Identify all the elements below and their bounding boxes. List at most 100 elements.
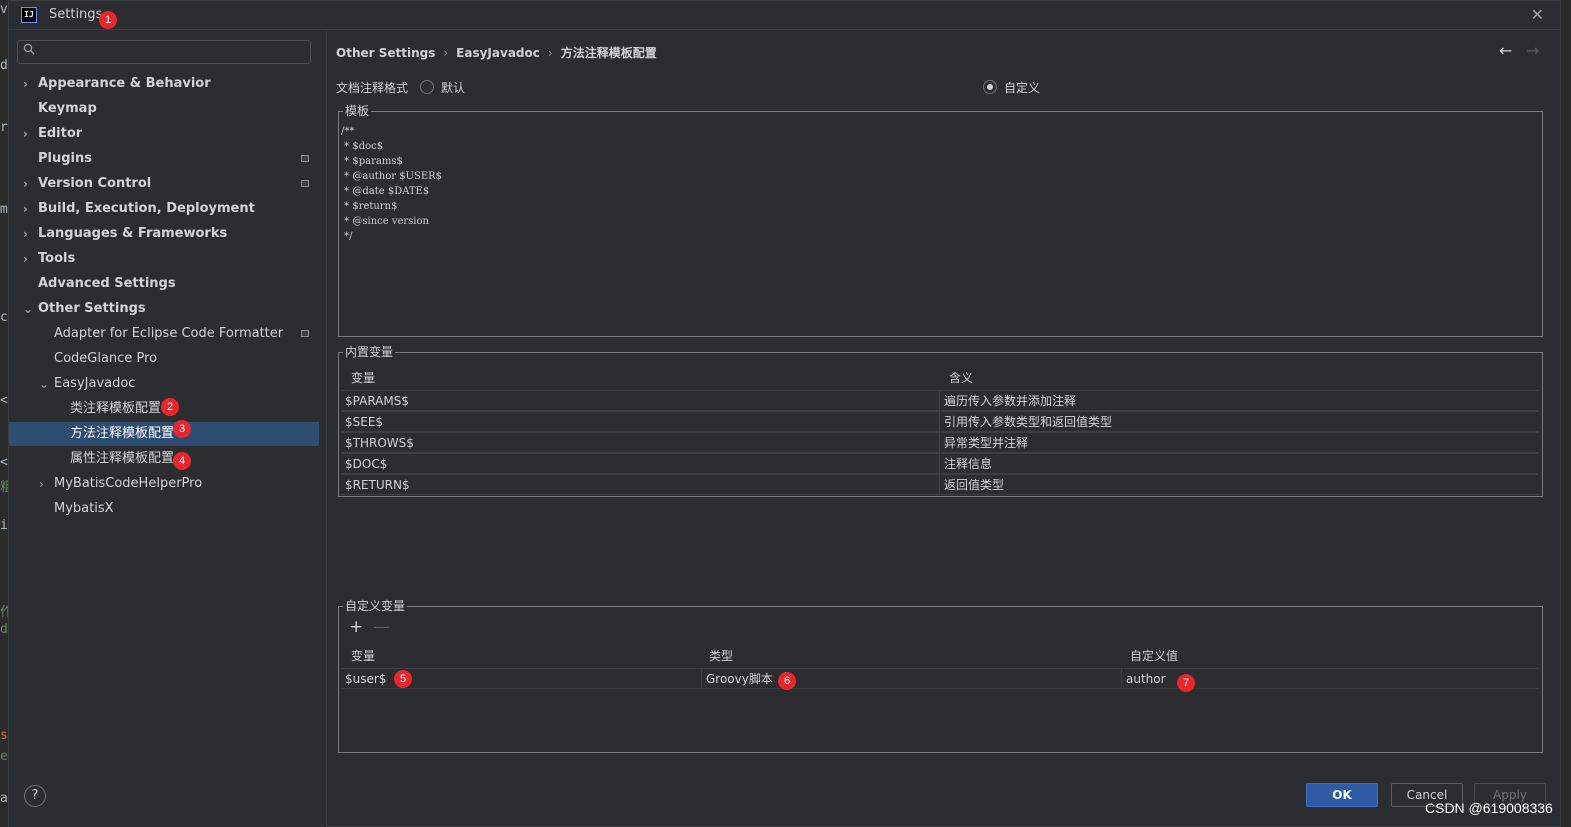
sidebar-item-plugins[interactable]: Plugins <box>9 147 319 171</box>
bg-char: r <box>0 120 8 135</box>
cell-type: Groovy脚本 <box>701 669 1121 689</box>
sidebar-item-label: 属性注释模板配置 <box>70 451 175 466</box>
chevron-right-icon: › <box>23 127 28 141</box>
radio-default[interactable] <box>420 80 434 94</box>
sidebar-item-easyjavadoc[interactable]: ⌄ EasyJavadoc <box>9 372 319 396</box>
column-header-type[interactable]: 类型 <box>709 647 733 664</box>
search-input[interactable] <box>42 43 304 61</box>
cell-variable: $SEE$ <box>345 415 384 429</box>
remove-icon[interactable]: — <box>373 617 390 637</box>
bg-char: 粗 <box>0 480 8 495</box>
annotation-badge-5: 5 <box>394 670 412 688</box>
cell-meaning: 异常类型并注释 <box>939 433 1538 453</box>
radio-custom-label: 自定义 <box>1004 81 1041 95</box>
radio-custom[interactable] <box>983 80 997 94</box>
sidebar-item-eclipse-formatter[interactable]: Adapter for Eclipse Code Formatter <box>9 322 319 346</box>
csdn-watermark: CSDN @619008336 <box>1425 800 1553 816</box>
chevron-right-icon: › <box>39 477 44 491</box>
sidebar-item-label: Adapter for Eclipse Code Formatter <box>54 326 284 341</box>
window-title: Settings <box>49 7 103 22</box>
background-right-strip <box>1561 0 1571 827</box>
breadcrumb-item[interactable]: EasyJavadoc <box>456 46 540 60</box>
annotation-badge-3: 3 <box>173 420 191 438</box>
cell-variable: $DOC$ <box>345 457 388 471</box>
intellij-logo-icon: IJ <box>21 7 37 23</box>
cell-variable: $RETURN$ <box>345 478 410 492</box>
sidebar-item-tools[interactable]: › Tools <box>9 247 319 271</box>
breadcrumb-separator: › <box>443 46 449 60</box>
search-icon <box>23 43 35 58</box>
annotation-badge-2: 2 <box>161 398 179 416</box>
sidebar-item-mybatiscodehelperpro[interactable]: › MyBatisCodeHelperPro <box>9 472 319 496</box>
project-level-icon <box>301 330 309 337</box>
sidebar-item-label: Build, Execution, Deployment <box>38 201 255 216</box>
custom-vars-title: 自定义变量 <box>343 599 408 613</box>
sidebar-item-label: Keymap <box>38 101 97 116</box>
forward-arrow-icon[interactable]: → <box>1526 41 1539 60</box>
sidebar-item-method-template[interactable]: 方法注释模板配置 <box>9 422 319 446</box>
sidebar-item-label: EasyJavadoc <box>54 376 136 391</box>
sidebar-item-codeglance[interactable]: CodeGlance Pro <box>9 347 319 371</box>
cell-variable: $THROWS$ <box>345 436 414 450</box>
chevron-right-icon: › <box>23 227 28 241</box>
sidebar-item-editor[interactable]: › Editor <box>9 122 319 146</box>
template-group: 模板 /** * $doc$ * $params$ * @author $USE… <box>338 104 1543 337</box>
sidebar-item-languages[interactable]: › Languages & Frameworks <box>9 222 319 246</box>
sidebar-item-build[interactable]: › Build, Execution, Deployment <box>9 197 319 221</box>
column-header-variable[interactable]: 变量 <box>351 369 375 386</box>
bg-char: s <box>0 728 8 743</box>
table-row[interactable]: $PARAMS$ 遍历传入参数并添加注释 <box>341 390 1538 411</box>
column-header-meaning[interactable]: 含义 <box>949 369 973 386</box>
sidebar-item-mybatisx[interactable]: MybatisX <box>9 497 319 521</box>
close-icon[interactable]: ✕ <box>1531 5 1544 24</box>
column-header-custom-value[interactable]: 自定义值 <box>1130 647 1178 664</box>
bg-char: m <box>0 202 8 217</box>
table-row[interactable]: $THROWS$ 异常类型并注释 <box>341 432 1538 453</box>
template-editor[interactable]: /** * $doc$ * $params$ * @author $USER$ … <box>341 124 442 244</box>
table-row[interactable]: $user$ Groovy脚本 author <box>341 668 1538 689</box>
annotation-badge-6: 6 <box>778 672 796 690</box>
doc-format-label: 文档注释格式 <box>336 81 409 95</box>
sidebar-item-appearance-behavior[interactable]: › Appearance & Behavior <box>9 72 319 96</box>
template-group-title: 模板 <box>343 104 372 118</box>
breadcrumb-item[interactable]: Other Settings <box>336 46 435 60</box>
bg-char: e <box>0 749 8 764</box>
breadcrumb-separator: › <box>547 46 553 60</box>
sidebar-item-label: MybatisX <box>54 501 114 516</box>
radio-default-label: 默认 <box>441 81 466 95</box>
sidebar-item-label: Other Settings <box>38 301 146 316</box>
sidebar-item-label: MyBatisCodeHelperPro <box>54 476 203 491</box>
sidebar-item-label: Plugins <box>38 151 92 166</box>
sidebar-item-keymap[interactable]: Keymap <box>9 97 319 121</box>
add-icon[interactable]: + <box>349 617 363 637</box>
settings-sidebar: › Appearance & Behavior Keymap › Editor … <box>9 31 327 827</box>
sidebar-item-version-control[interactable]: › Version Control <box>9 172 319 196</box>
chevron-right-icon: › <box>23 77 28 91</box>
back-arrow-icon[interactable]: ← <box>1499 41 1512 60</box>
bg-char: i <box>0 518 8 533</box>
bg-char: a <box>0 791 8 806</box>
sidebar-item-label: 类注释模板配置 <box>70 401 162 416</box>
sidebar-item-advanced-settings[interactable]: Advanced Settings <box>9 272 319 296</box>
sidebar-item-field-template[interactable]: 属性注释模板配置 <box>9 447 319 471</box>
search-box[interactable] <box>17 40 311 64</box>
chevron-right-icon: › <box>23 252 28 266</box>
breadcrumb-item: 方法注释模板配置 <box>560 46 657 60</box>
help-button[interactable]: ? <box>24 785 46 807</box>
table-row[interactable]: $SEE$ 引用传入参数类型和返回值类型 <box>341 411 1538 432</box>
bg-char: 作 <box>0 605 8 620</box>
table-row[interactable]: $RETURN$ 返回值类型 <box>341 474 1538 495</box>
builtin-vars-title: 内置变量 <box>343 345 396 359</box>
settings-dialog: IJ Settings 1 ✕ › Appearance & Behavior … <box>8 0 1561 827</box>
bg-char: < <box>0 455 8 470</box>
breadcrumb: Other Settings › EasyJavadoc › 方法注释模板配置 <box>336 44 657 61</box>
cell-meaning: 引用传入参数类型和返回值类型 <box>939 412 1538 432</box>
column-header-variable[interactable]: 变量 <box>351 647 375 664</box>
sidebar-item-label: Languages & Frameworks <box>38 226 228 241</box>
sidebar-item-other-settings[interactable]: ⌄ Other Settings <box>9 297 319 321</box>
chevron-right-icon: › <box>23 177 28 191</box>
ok-button[interactable]: OK <box>1306 783 1378 807</box>
sidebar-item-label: Tools <box>38 251 76 266</box>
cell-variable: $PARAMS$ <box>345 394 409 408</box>
table-row[interactable]: $DOC$ 注释信息 <box>341 453 1538 474</box>
